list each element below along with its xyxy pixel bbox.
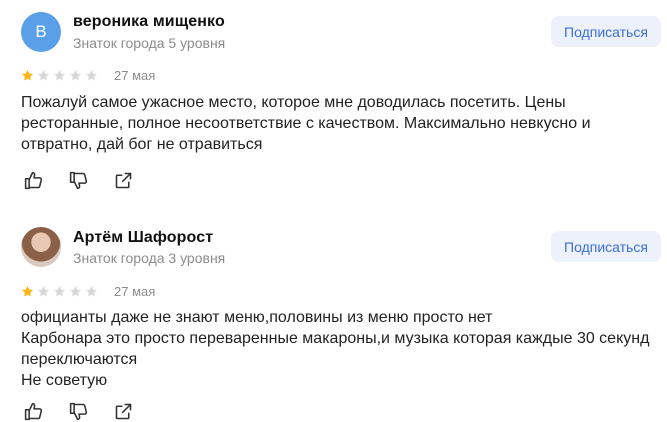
avatar[interactable]: В: [21, 12, 61, 52]
review-date: 27 мая: [114, 68, 156, 83]
review-text-line: Пожалуй самое ужасное место, которое мне…: [21, 94, 566, 111]
avatar[interactable]: [21, 227, 61, 267]
author-level: Знаток города 3 уровня: [73, 250, 226, 266]
review-text: официанты даже не знают меню,половины из…: [21, 307, 651, 391]
review-actions: [23, 170, 134, 191]
share-icon[interactable]: [113, 401, 134, 422]
review-actions: [23, 401, 134, 422]
rating-stars: [21, 285, 98, 298]
dislike-icon[interactable]: [68, 170, 89, 191]
dislike-icon[interactable]: [68, 401, 89, 422]
star-empty-icon: [37, 69, 50, 81]
star-filled-icon: [21, 69, 34, 81]
author-name[interactable]: Артём Шафорост: [73, 229, 213, 247]
like-icon[interactable]: [23, 170, 44, 191]
review-text-line: отвратно, дай бог не отравиться: [21, 136, 263, 153]
review-text-line: официанты даже не знают меню,половины из…: [21, 309, 493, 326]
star-empty-icon: [69, 69, 82, 81]
review-text-line: Не советую: [21, 372, 108, 389]
review-text-line: Карбонара это просто переваренные макаро…: [21, 330, 650, 347]
share-icon[interactable]: [113, 170, 134, 191]
avatar-letter: В: [35, 22, 47, 41]
subscribe-button[interactable]: Подписаться: [551, 16, 661, 47]
star-empty-icon: [53, 69, 66, 81]
author-name[interactable]: вероника мищенко: [73, 13, 225, 31]
author-level: Знаток города 5 уровня: [73, 35, 226, 51]
review-text: Пожалуй самое ужасное место, которое мне…: [21, 92, 651, 155]
star-filled-icon: [21, 285, 34, 297]
star-empty-icon: [53, 285, 66, 297]
rating-stars: [21, 69, 98, 82]
star-empty-icon: [69, 285, 82, 297]
star-empty-icon: [85, 69, 98, 81]
star-empty-icon: [37, 285, 50, 297]
review-text-line: переключаются: [21, 351, 138, 368]
subscribe-button[interactable]: Подписаться: [551, 231, 661, 262]
review-date: 27 мая: [114, 284, 156, 299]
star-empty-icon: [85, 285, 98, 297]
review-text-line: ресторанные, полное несоответствие с кач…: [21, 115, 591, 132]
like-icon[interactable]: [23, 401, 44, 422]
